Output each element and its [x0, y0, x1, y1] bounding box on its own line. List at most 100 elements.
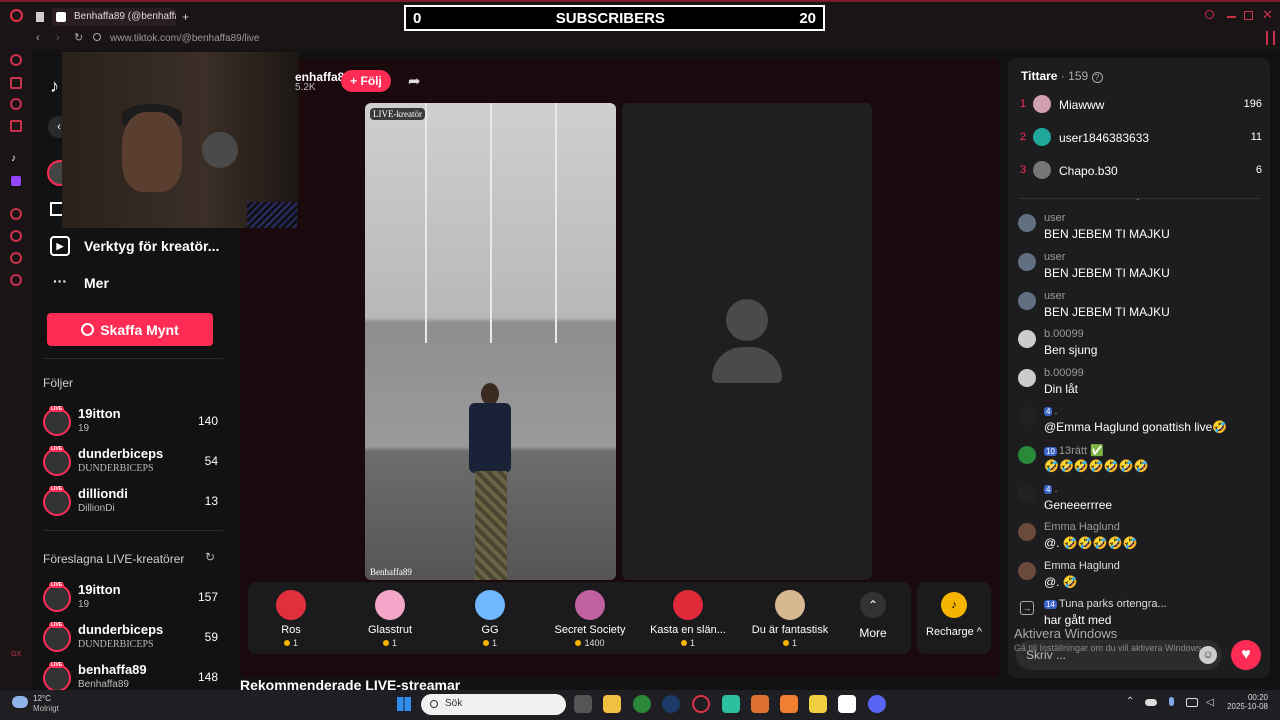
gift-item[interactable]: Ros 1	[241, 590, 341, 648]
steam-icon[interactable]	[662, 695, 680, 713]
following-item[interactable]: LIVE dunderbiceps DUNDERBICEPS 54	[43, 446, 218, 482]
file-explorer-icon[interactable]	[603, 695, 621, 713]
suggested-sub: DUNDERBICEPS	[78, 639, 154, 650]
forward-icon[interactable]: ›	[56, 32, 60, 44]
chevron-up-icon: ⌃	[860, 592, 886, 618]
mic-icon[interactable]	[1169, 697, 1174, 706]
follow-button[interactable]: + Följ	[341, 70, 391, 92]
gift-name: Secret Society	[554, 624, 626, 636]
tray-chevron-icon[interactable]: ⌃	[1126, 696, 1134, 707]
chat-message[interactable]: b.00099 Din låt	[1018, 367, 1262, 399]
heart-icon[interactable]: ♥	[1231, 640, 1261, 670]
chat-message[interactable]: user BEN JEBEM TI MAJKU	[1018, 290, 1262, 322]
back-icon[interactable]: ‹	[36, 32, 40, 44]
live-video[interactable]	[365, 103, 616, 580]
extensions-icon[interactable]	[10, 252, 22, 264]
following-name: dunderbiceps	[78, 446, 164, 461]
suggested-item[interactable]: LIVE dunderbiceps DUNDERBICEPS 59	[43, 622, 218, 658]
help-icon[interactable]: ?	[1091, 72, 1103, 83]
recharge-button[interactable]: ♪ Recharge ^	[917, 582, 991, 654]
tab-pages[interactable]	[34, 8, 52, 26]
minimize-icon[interactable]	[1227, 16, 1236, 18]
suggested-item[interactable]: LIVE benhaffa89 Benhaffa89 148	[43, 662, 218, 690]
xbox-icon[interactable]	[633, 695, 651, 713]
rose-icon	[276, 590, 306, 620]
guest-placeholder-body	[712, 347, 782, 383]
network-icon[interactable]	[1186, 698, 1198, 707]
gift-item[interactable]: Du är fantastisk 1	[740, 590, 840, 648]
tiktok-sidebar-icon[interactable]: ♪	[11, 153, 16, 164]
suggested-item[interactable]: LIVE 19itton 19 157	[43, 582, 218, 618]
gift-price: 1	[340, 638, 440, 648]
top-viewer-row[interactable]: 1 Miawww 196	[1020, 95, 1262, 115]
address-bar[interactable]: www.tiktok.com/@benhaffa89/live	[110, 33, 260, 44]
settings-icon[interactable]	[10, 274, 22, 286]
chat-message[interactable]: b.00099 Ben sjung	[1018, 328, 1262, 360]
chat-message[interactable]: 4. Geneeerrree	[1018, 483, 1262, 515]
get-coins-button[interactable]: Skaffa Mynt	[47, 313, 213, 346]
taskbar-clock[interactable]: 00:20 2025-10-08	[1226, 693, 1268, 711]
chat-message[interactable]: user BEN JEBEM TI MAJKU	[1018, 212, 1262, 242]
chat-join-message[interactable]: → 14 Tuna parks ortengra... har gått med	[1018, 598, 1262, 628]
opera-logo-icon[interactable]	[10, 9, 23, 22]
play-icon: ▶	[50, 236, 70, 256]
gift-item[interactable]: Glasstrut 1	[340, 590, 440, 648]
refresh-icon[interactable]: ↻	[205, 550, 215, 564]
following-item[interactable]: LIVE 19itton 19 140	[43, 406, 218, 442]
avatar: LIVE	[43, 662, 71, 690]
new-tab-button[interactable]: +	[182, 10, 189, 24]
gift-item[interactable]: Kasta en slän... 1	[638, 590, 738, 648]
tab-tiktok-live[interactable]: Benhaffa89 (@benhaffa	[52, 8, 176, 26]
chat-text: BEN JEBEM TI MAJKU	[1044, 305, 1170, 319]
maximize-icon[interactable]	[1244, 11, 1253, 20]
player-icon[interactable]	[10, 208, 22, 220]
chat-message[interactable]: user BEN JEBEM TI MAJKU	[1018, 251, 1262, 283]
onedrive-icon[interactable]	[1145, 699, 1157, 706]
twitch-icon[interactable]	[11, 176, 21, 186]
app-icon[interactable]	[751, 695, 769, 713]
app-icon[interactable]	[722, 695, 740, 713]
browser-search-icon[interactable]	[1205, 10, 1214, 19]
avatar: LIVE	[43, 446, 71, 476]
shopping-icon[interactable]	[10, 77, 22, 89]
clock-icon[interactable]	[10, 230, 22, 242]
share-icon[interactable]: ➦	[408, 72, 421, 90]
gift-item[interactable]: Secret Society 1400	[540, 590, 640, 648]
app-icon[interactable]	[838, 695, 856, 713]
subscriber-label: SUBSCRIBERS	[555, 9, 665, 27]
app-icon[interactable]	[809, 695, 827, 713]
windows-start-icon[interactable]	[397, 697, 411, 711]
taskbar-search[interactable]: Sök	[421, 694, 566, 715]
nav-more[interactable]: ··· Mer	[50, 273, 109, 293]
live-badge: LIVE	[49, 406, 65, 412]
chat-message[interactable]: Emma Haglund @. 🤣🤣🤣🤣🤣	[1018, 521, 1262, 553]
emoji-icon[interactable]: ☺	[1199, 646, 1217, 664]
messenger-icon[interactable]	[10, 98, 22, 110]
messages-icon[interactable]	[50, 202, 62, 216]
more-gifts-button[interactable]: ⌃ More	[848, 592, 898, 640]
reload-icon[interactable]: ↻	[74, 31, 83, 44]
chat-message[interactable]: 4. @Emma Haglund gonattish live🤣	[1018, 405, 1262, 437]
volume-icon[interactable]: ◁	[1206, 697, 1214, 708]
chat-message[interactable]: Emma Haglund @. 🤣	[1018, 560, 1262, 592]
top-viewer-row[interactable]: 3 Chapo.b30 6	[1020, 161, 1262, 181]
tiktok-logo-icon[interactable]: ♪	[50, 76, 59, 97]
chat-message[interactable]: 10 13rätt ✅ 🤣🤣🤣🤣🤣🤣🤣	[1018, 444, 1262, 476]
top-viewer-row[interactable]: 2 user1846383633 11	[1020, 128, 1262, 148]
easy-setup-icon[interactable]	[1266, 31, 1275, 45]
avatar	[1018, 446, 1036, 464]
gift-item[interactable]: GG 1	[440, 590, 540, 648]
following-title: Följer	[43, 376, 74, 390]
suggested-name: 19itton	[78, 582, 121, 597]
opera-gx-icon[interactable]	[692, 695, 710, 713]
discord-icon[interactable]	[868, 695, 886, 713]
gg-icon	[475, 590, 505, 620]
gift-name: Kasta en slän...	[650, 624, 726, 636]
nav-creator-tools[interactable]: ▶ Verktyg för kreatör...	[50, 236, 219, 256]
gx-corner-icon[interactable]	[10, 120, 22, 132]
task-view-icon[interactable]	[574, 695, 592, 713]
following-item[interactable]: LIVE dilliondi DillionDi 13	[43, 486, 218, 522]
app-icon[interactable]	[780, 695, 798, 713]
close-icon[interactable]: ✕	[1262, 7, 1273, 23]
history-icon[interactable]	[10, 54, 22, 66]
